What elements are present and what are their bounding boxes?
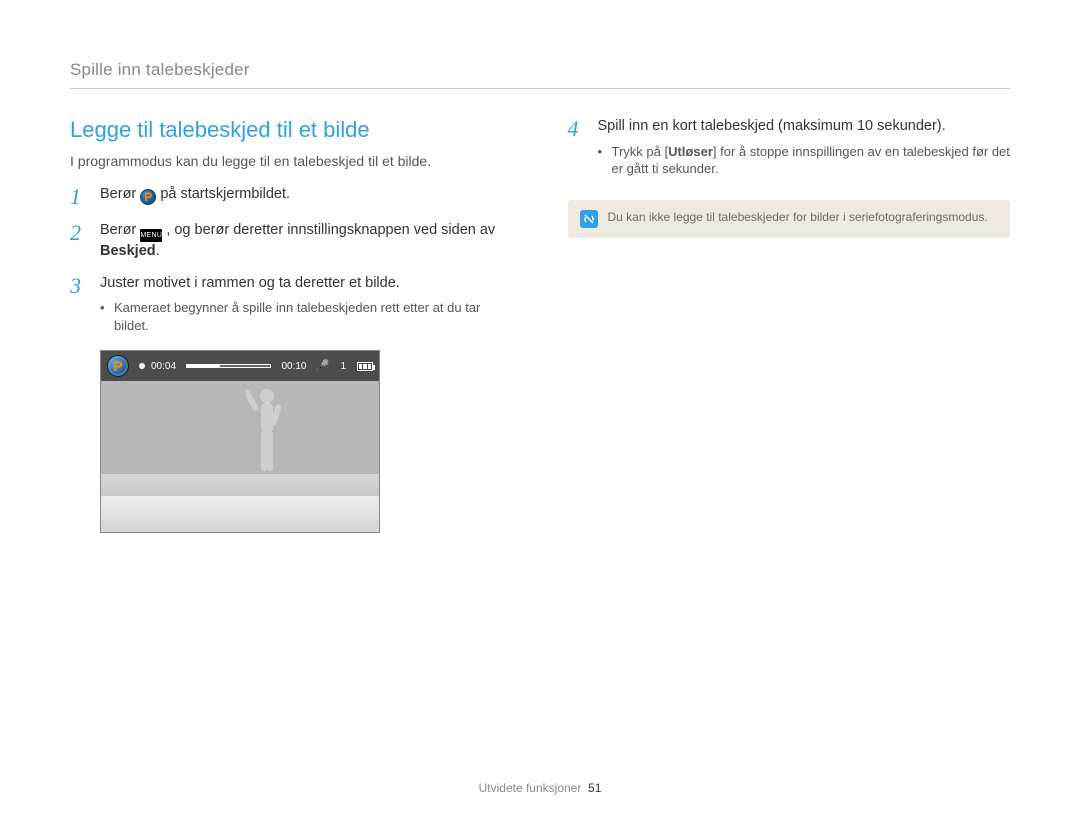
manual-page: Spille inn talebeskjeder Legge til taleb… xyxy=(0,0,1080,815)
step-2: 2 Berør MENU , og berør deretter innstil… xyxy=(70,221,513,262)
elapsed-time: 00:04 xyxy=(151,361,176,372)
step-4-bullet-bold: Utløser xyxy=(668,144,713,159)
footer-section: Utvidete funksjoner xyxy=(479,781,582,795)
step-2-post: . xyxy=(156,243,160,259)
breadcrumb: Spille inn talebeskjeder xyxy=(70,60,1010,89)
screenshot-toolbar xyxy=(101,496,379,532)
step-1: 1 Berør P på startskjermbildet. xyxy=(70,185,513,209)
step-number: 2 xyxy=(70,221,88,262)
info-icon xyxy=(580,210,598,228)
progress-bar-fill xyxy=(187,365,220,367)
step-2-bold: Beskjed xyxy=(100,243,156,259)
step-3-text: Juster motivet i rammen og ta deretter e… xyxy=(100,275,400,291)
right-column: 4 Spill inn en kort talebeskjed (maksimu… xyxy=(568,117,1011,533)
shot-count: 1 xyxy=(340,361,346,372)
two-column-layout: Legge til talebeskjed til et bilde I pro… xyxy=(70,117,1010,533)
steps-list: 1 Berør P på startskjermbildet. 2 Berør … xyxy=(70,185,513,338)
battery-icon xyxy=(357,362,373,371)
step-4-bullet-pre: Trykk på [ xyxy=(612,144,669,159)
camera-screenshot: P 00:04 00:10 🎤 1 xyxy=(100,350,380,533)
step-body: Juster motivet i rammen og ta deretter e… xyxy=(100,274,513,339)
info-note-text: Du kan ikke legge til talebeskjeder for … xyxy=(608,210,988,226)
step-2-pre: Berør xyxy=(100,222,140,238)
step-number: 3 xyxy=(70,274,88,339)
step-3-bullet: Kameraet begynner å spille inn talebeskj… xyxy=(100,299,513,334)
step-4-bullets: Trykk på [Utløser] for å stoppe innspill… xyxy=(598,143,1011,178)
record-indicator-icon xyxy=(139,363,145,369)
step-4: 4 Spill inn en kort talebeskjed (maksimu… xyxy=(568,117,1011,182)
screenshot-statusbar: P 00:04 00:10 🎤 1 xyxy=(101,351,379,381)
person-silhouette-icon xyxy=(246,386,288,478)
step-body: Berør P på startskjermbildet. xyxy=(100,185,513,209)
section-title: Legge til talebeskjed til et bilde xyxy=(70,117,513,143)
step-4-bullet: Trykk på [Utløser] for å stoppe innspill… xyxy=(598,143,1011,178)
step-number: 4 xyxy=(568,117,586,182)
step-body: Spill inn en kort talebeskjed (maksimum … xyxy=(598,117,1011,182)
step-body: Berør MENU , og berør deretter innstilli… xyxy=(100,221,513,262)
step-number: 1 xyxy=(70,185,88,209)
microphone-icon: 🎤 xyxy=(314,359,329,373)
screenshot-preview xyxy=(101,381,379,496)
step-3-bullets: Kameraet begynner å spille inn talebeskj… xyxy=(100,299,513,334)
progress-bar xyxy=(186,364,271,368)
footer-page-number: 51 xyxy=(588,781,601,795)
step-1-post: på startskjermbildet. xyxy=(160,186,290,202)
program-mode-badge-icon: P xyxy=(107,355,129,377)
step-1-pre: Berør xyxy=(100,186,140,202)
left-column: Legge til talebeskjed til et bilde I pro… xyxy=(70,117,513,533)
step-3: 3 Juster motivet i rammen og ta deretter… xyxy=(70,274,513,339)
info-note: Du kan ikke legge til talebeskjeder for … xyxy=(568,200,1011,238)
total-time: 00:10 xyxy=(281,361,306,372)
section-lead: I programmodus kan du legge til en taleb… xyxy=(70,153,513,169)
step-2-mid: , og berør deretter innstillingsknappen … xyxy=(166,222,495,238)
steps-list-right: 4 Spill inn en kort talebeskjed (maksimu… xyxy=(568,117,1011,182)
ground xyxy=(101,474,379,496)
program-mode-icon: P xyxy=(140,189,156,205)
menu-icon: MENU xyxy=(140,229,162,242)
step-4-text: Spill inn en kort talebeskjed (maksimum … xyxy=(598,118,946,134)
page-footer: Utvidete funksjoner 51 xyxy=(0,781,1080,795)
